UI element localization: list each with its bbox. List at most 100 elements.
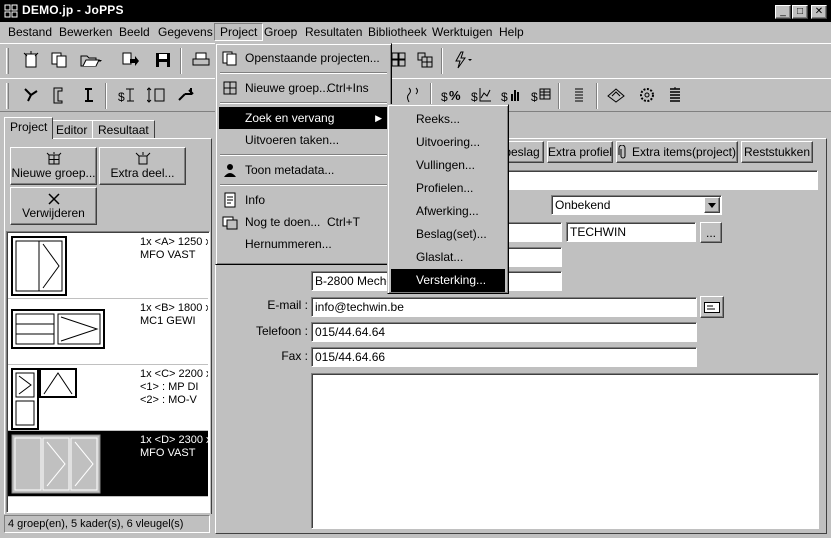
menu-item-search-replace[interactable]: Zoek en vervang ▶ [219,107,388,129]
delete-button[interactable]: Verwijderen [10,187,97,225]
svg-text:$: $ [471,90,478,104]
list-item-group-d[interactable]: 1x <D> 2300 x MFO VAST [8,431,208,497]
menu-help[interactable]: Help [499,25,524,39]
menu-item-label: Nieuwe groep... [245,81,330,95]
group-d-text: 1x <D> 2300 x MFO VAST [140,434,208,459]
spring-icon[interactable] [662,82,688,108]
group-c-text: 1x <C> 2200 x <1> : MP DI <2> : MO-V [140,368,208,406]
tab-project[interactable]: Project [4,117,54,139]
envelope-icon [704,301,720,313]
save-icon[interactable] [150,47,176,73]
new-group-icon [46,152,61,165]
copy-icon[interactable] [46,47,72,73]
lightning-icon[interactable] [450,47,476,73]
menu-item-label: Hernummeren... [245,237,332,251]
print-icon[interactable] [188,47,214,73]
send-email-button[interactable] [700,296,724,318]
menu-gegevens[interactable]: Gegevens [158,25,213,39]
open-folder-icon[interactable] [78,47,104,73]
menu-item-run-tasks[interactable]: Uitvoeren taken... [219,129,388,151]
title-bar: DEMO.jp - JoPPS _ □ ✕ [0,0,831,22]
drill-icon[interactable] [18,82,44,108]
list-item-group-b[interactable]: 1x <B> 1800 x MC1 GEWI [8,299,208,365]
glass-icon[interactable] [604,82,630,108]
submenu-item-afwerking[interactable]: Afwerking... [391,200,505,223]
email-label: E-mail : [267,298,308,312]
menu-item-show-metadata[interactable]: Toon metadata... [219,159,388,181]
extra-part-icon [135,152,150,165]
menu-item-label: Toon metadata... [245,163,335,177]
tab-resultaat[interactable]: Resultaat [92,120,155,139]
paperclip-icon [618,145,626,159]
menu-bibliotheek[interactable]: Bibliotheek [368,25,427,39]
menu-werktuigen[interactable]: Werktuigen [432,25,492,39]
extra-profiel-button[interactable]: Extra profiel [547,141,613,163]
project-menu: Openstaande projecten... Nieuwe groep...… [215,43,392,265]
browse-client-button[interactable]: ... [700,222,722,243]
delete-label: Verwijderen [22,206,85,220]
project-name-field[interactable] [503,170,818,190]
phone-label: Telefoon : [255,324,308,338]
email-field[interactable]: info@techwin.be [311,297,697,317]
notes-textarea[interactable] [311,373,819,529]
client-code-field[interactable]: TECHWIN [566,222,696,242]
menu-item-label: Uitvoeren taken... [245,133,340,147]
phone-field[interactable]: 015/44.64.64 [311,322,697,342]
info-document-icon [224,192,236,208]
submenu-item-uitvoering[interactable]: Uitvoering... [391,131,505,154]
menu-resultaten[interactable]: Resultaten [305,25,362,39]
fax-field[interactable]: 015/44.64.66 [311,347,697,367]
menu-groep[interactable]: Groep [264,25,297,39]
group-a-text: 1x <A> 1250 x MFO VAST [140,236,208,261]
grid-icon[interactable] [412,47,438,73]
metadata-user-icon [224,164,236,177]
reststukken-button[interactable]: Reststukken [741,141,813,163]
submenu-item-glaslat[interactable]: Glaslat... [391,246,505,269]
status-select[interactable]: Onbekend [551,195,722,215]
submenu-item-profielen[interactable]: Profielen... [391,177,505,200]
extra-part-label: Extra deel... [110,166,175,180]
new-group-button[interactable]: Nieuwe groep... [10,147,97,185]
cut-icon[interactable] [174,82,200,108]
submenu-item-beslag-set[interactable]: Beslag(set)... [391,223,505,246]
submenu-item-versterking[interactable]: Versterking... [391,269,505,292]
tab-editor[interactable]: Editor [50,120,94,139]
fax-label: Fax : [281,349,308,363]
new-icon[interactable] [18,47,44,73]
menu-item-renumber[interactable]: Hernummeren... [219,233,388,255]
price-profile-icon[interactable]: $ [114,82,140,108]
svg-text:$: $ [118,90,125,104]
menu-beeld[interactable]: Beeld [119,25,150,39]
submenu-item-vullingen[interactable]: Vullingen... [391,154,505,177]
extra-items-button[interactable]: Extra items(project) [616,141,738,163]
profile-small-icon[interactable] [76,82,102,108]
menu-item-todo[interactable]: Nog te doen... Ctrl+T [219,211,388,233]
menu-bar: Bestand Bewerken Beeld Gegevens Project … [0,22,831,42]
minimize-button[interactable]: _ [775,5,791,19]
list-icon[interactable] [566,82,592,108]
price-table-icon[interactable]: $ [528,82,554,108]
menu-bestand[interactable]: Bestand [8,25,52,39]
dimension-icon[interactable] [144,82,170,108]
submenu-item-reeks[interactable]: Reeks... [391,108,505,131]
profile-icon[interactable] [46,82,72,108]
menu-item-new-group[interactable]: Nieuwe groep... Ctrl+Ins [219,77,388,99]
menu-item-info[interactable]: Info [219,189,388,211]
list-item-group-a[interactable]: 1x <A> 1250 x MFO VAST [8,233,208,299]
export-icon[interactable] [118,47,144,73]
address-field[interactable] [507,247,562,267]
menu-item-label: Nog te doen... [245,215,321,229]
client-name-field[interactable] [507,222,562,242]
menu-item-open-projects[interactable]: Openstaande projecten... [219,47,388,69]
dropdown-arrow-icon[interactable] [704,197,720,213]
todo-icon [222,216,238,230]
list-item-group-c[interactable]: 1x <C> 2200 x <1> : MP DI <2> : MO-V [8,365,208,431]
menu-project[interactable]: Project [214,23,264,41]
close-button[interactable]: ✕ [811,5,827,19]
settings-gear-icon[interactable] [634,82,660,108]
menu-item-shortcut: Ctrl+T [327,215,360,229]
new-group-label: Nieuwe groep... [11,166,96,180]
extra-part-button[interactable]: Extra deel... [99,147,186,185]
maximize-button[interactable]: □ [792,5,808,19]
menu-bewerken[interactable]: Bewerken [59,25,112,39]
